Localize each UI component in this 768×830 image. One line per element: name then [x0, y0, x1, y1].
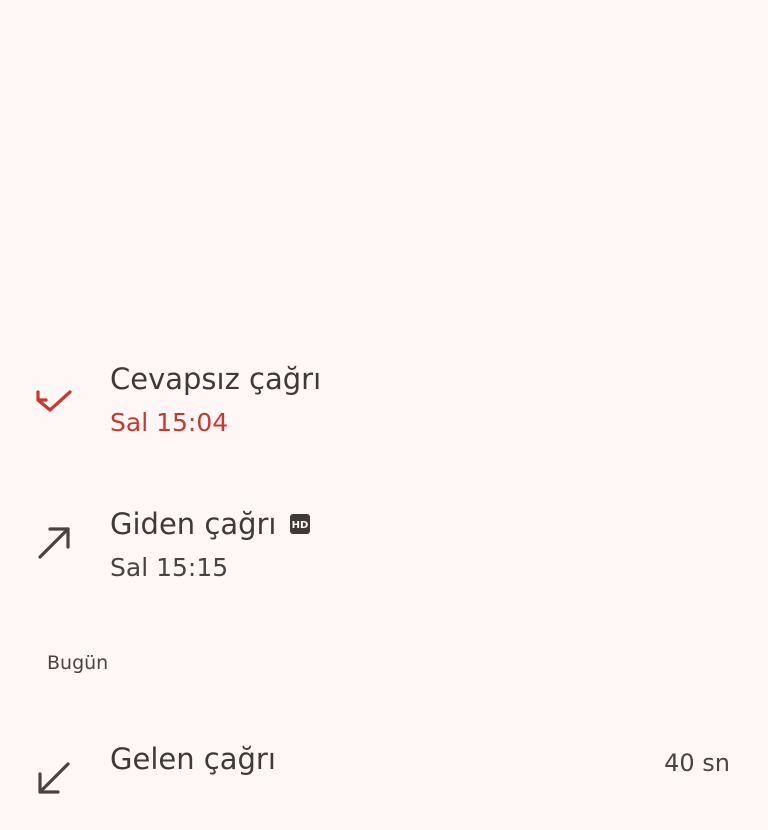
- call-log-item-incoming[interactable]: Gelen çağrı 40 sn: [0, 730, 768, 830]
- call-log-item-missed[interactable]: Cevapsız çağrı Sal 15:04: [0, 350, 768, 450]
- call-type-label: Cevapsız çağrı: [110, 362, 322, 396]
- missed-call-icon: [30, 372, 78, 420]
- svg-text:HD: HD: [292, 520, 309, 531]
- call-type-label: Gelen çağrı: [110, 742, 276, 776]
- call-time: Sal 15:15: [110, 553, 229, 582]
- outgoing-call-icon: [30, 519, 78, 567]
- hd-voice-icon: HD: [288, 512, 312, 536]
- call-duration: 40 sn: [664, 749, 730, 777]
- call-log-item-outgoing[interactable]: Giden çağrı HD Sal 15:15: [0, 495, 768, 595]
- call-time: Sal 15:04: [110, 408, 229, 437]
- incoming-call-icon: [30, 754, 78, 802]
- section-header-today: Bugün: [47, 652, 109, 674]
- call-type-label: Giden çağrı: [110, 507, 277, 541]
